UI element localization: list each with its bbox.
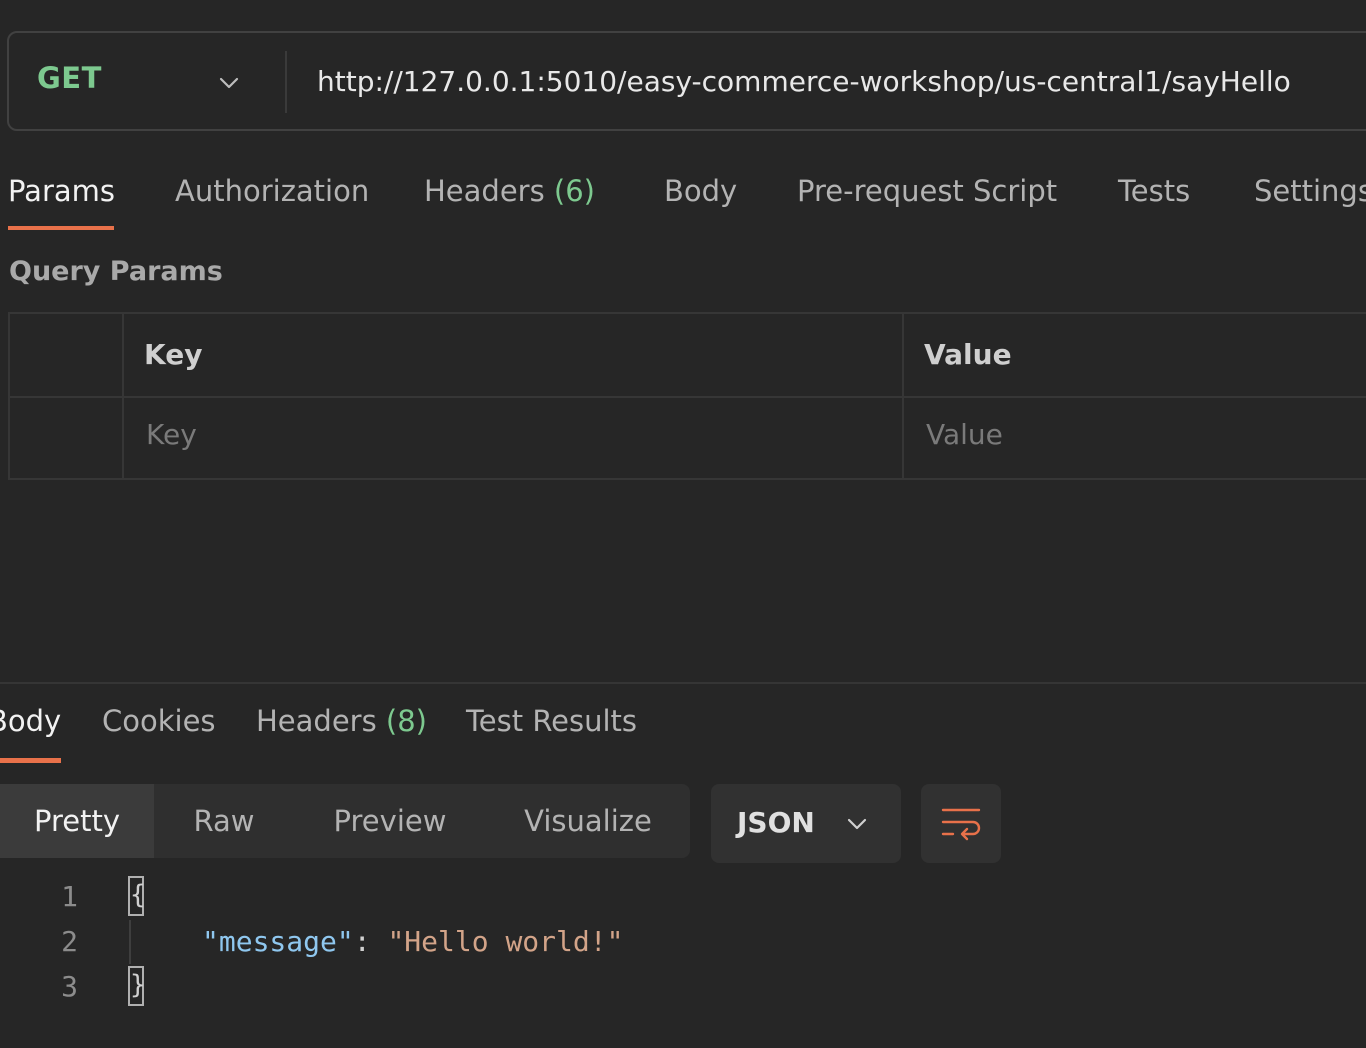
json-colon: :	[353, 925, 388, 958]
chevron-down-icon	[219, 77, 239, 89]
wrap-lines-button[interactable]	[921, 784, 1001, 863]
column-header-value: Value	[924, 338, 1012, 371]
line-number: 2	[61, 925, 78, 958]
tab-response-headers[interactable]: Headers (8)	[256, 704, 427, 738]
view-mode-raw[interactable]: Raw	[154, 784, 294, 858]
param-key-input[interactable]: Key	[146, 418, 197, 451]
tab-authorization[interactable]: Authorization	[175, 174, 369, 208]
tab-response-headers-label: Headers	[256, 704, 377, 738]
tab-headers-count: (6)	[553, 174, 596, 208]
column-header-key: Key	[144, 338, 203, 371]
tab-tests[interactable]: Tests	[1118, 174, 1190, 208]
table-row-divider	[10, 396, 1366, 398]
query-params-table: Key Value Key Value	[8, 312, 1366, 480]
indent-guide	[129, 920, 131, 964]
view-mode-pretty[interactable]: Pretty	[0, 784, 154, 858]
tab-cookies[interactable]: Cookies	[102, 704, 216, 738]
json-key: "message"	[202, 925, 354, 958]
request-tabs: Params Authorization Headers (6) Body Pr…	[0, 170, 1366, 234]
view-mode-toggle: Pretty Raw Preview Visualize	[0, 784, 690, 858]
method-select[interactable]: GET	[9, 33, 285, 129]
view-mode-preview[interactable]: Preview	[294, 784, 486, 858]
view-mode-visualize[interactable]: Visualize	[486, 784, 690, 858]
json-value: "Hello world!"	[387, 925, 624, 958]
tab-test-results[interactable]: Test Results	[466, 704, 637, 738]
tab-response-body[interactable]: Body	[0, 704, 61, 738]
method-label: GET	[37, 61, 102, 95]
postman-request-pane: GET http://127.0.0.1:5010/easy-commerce-…	[0, 0, 1366, 1048]
format-label: JSON	[737, 806, 815, 839]
response-body-editor[interactable]: 1 2 3 { "message": "Hello world!" }	[0, 868, 1366, 1048]
wrap-lines-icon	[941, 808, 981, 841]
pane-resize-divider[interactable]	[0, 682, 1366, 684]
line-number: 3	[61, 970, 78, 1003]
tab-body[interactable]: Body	[664, 174, 737, 208]
chevron-down-icon	[847, 818, 867, 830]
table-column-divider	[902, 314, 904, 478]
url-bar: GET http://127.0.0.1:5010/easy-commerce-…	[7, 31, 1366, 131]
active-tab-indicator	[8, 226, 114, 230]
param-value-input[interactable]: Value	[926, 418, 1003, 451]
active-response-tab-indicator	[0, 758, 61, 763]
tab-headers-label: Headers	[424, 174, 545, 208]
query-params-title: Query Params	[9, 256, 223, 287]
tab-headers[interactable]: Headers (6)	[424, 174, 595, 208]
response-tabs: Body Cookies Headers (8) Test Results	[0, 700, 1366, 766]
line-number: 1	[61, 880, 78, 913]
json-line: "message": "Hello world!"	[202, 925, 623, 958]
table-column-divider	[122, 314, 124, 478]
format-select[interactable]: JSON	[711, 784, 901, 863]
tab-params[interactable]: Params	[8, 174, 115, 208]
url-divider	[285, 51, 287, 113]
close-brace: }	[128, 966, 146, 1006]
tab-pre-request-script[interactable]: Pre-request Script	[797, 174, 1057, 208]
open-brace: {	[128, 876, 146, 916]
tab-settings[interactable]: Settings	[1254, 174, 1366, 208]
url-input[interactable]: http://127.0.0.1:5010/easy-commerce-work…	[317, 65, 1291, 98]
tab-response-headers-count: (8)	[385, 704, 428, 738]
